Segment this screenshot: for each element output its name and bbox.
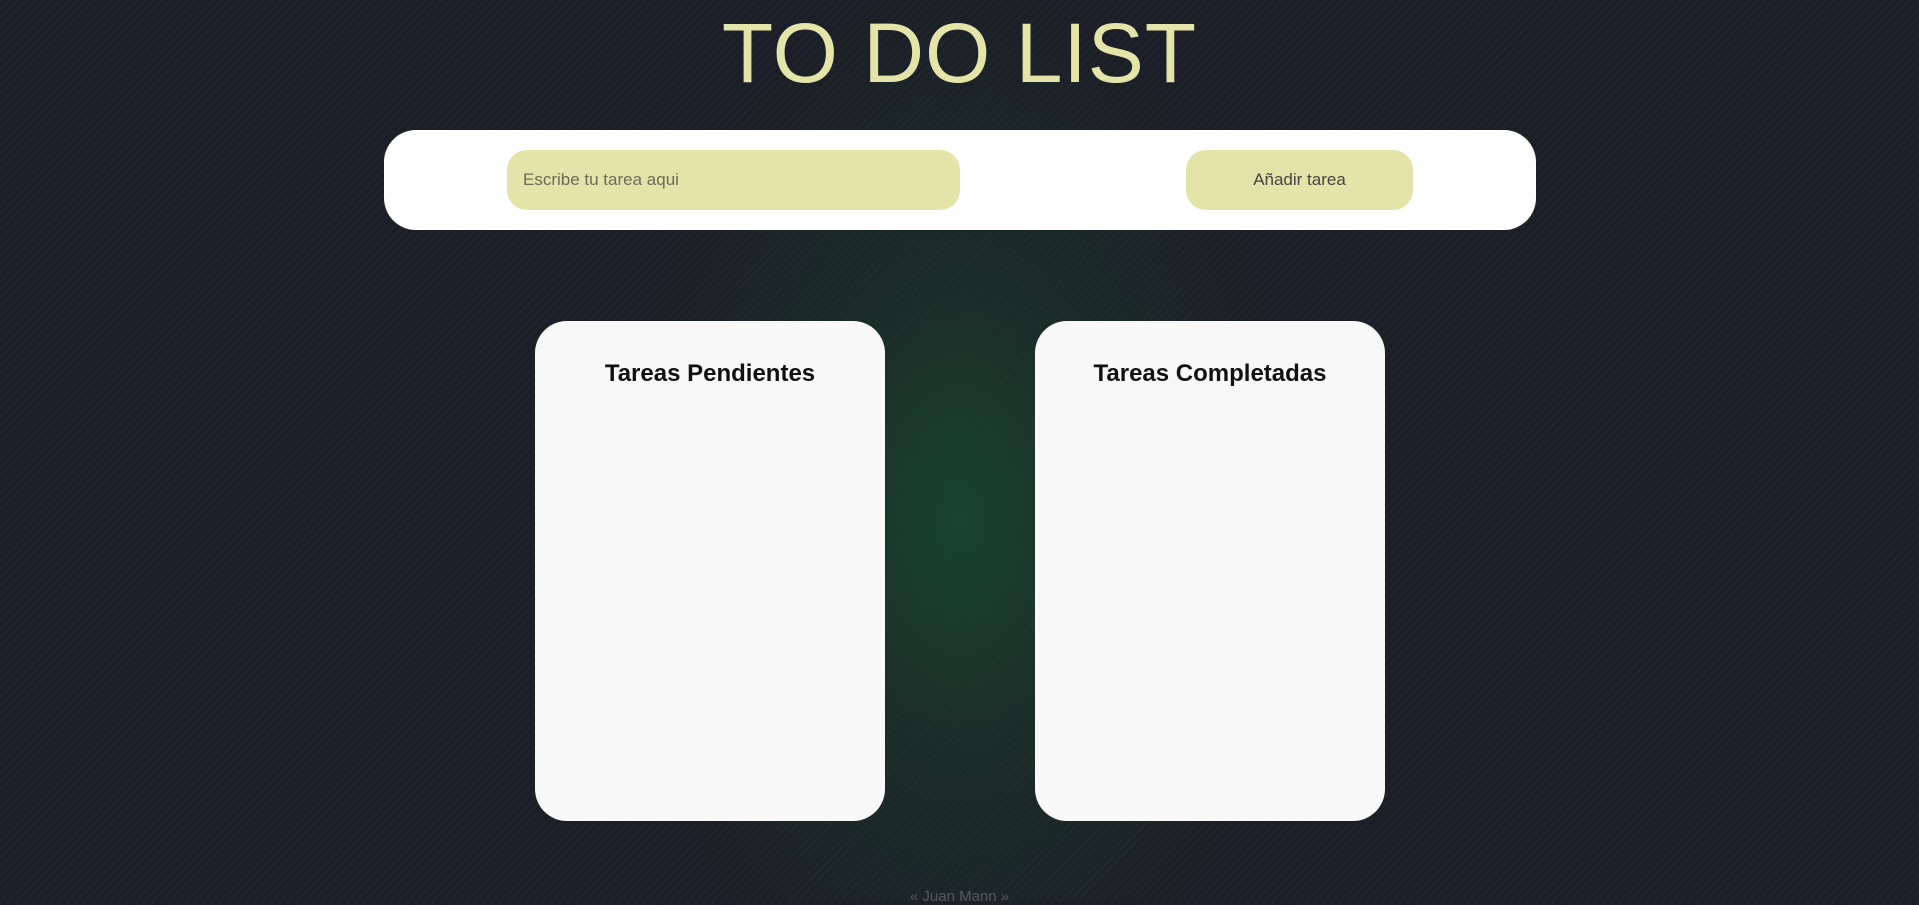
task-input[interactable]	[507, 150, 960, 210]
completed-tasks-card: Tareas Completadas	[1035, 321, 1385, 821]
add-task-button[interactable]: Añadir tarea	[1186, 150, 1413, 210]
completed-tasks-title: Tareas Completadas	[1093, 360, 1327, 387]
pending-tasks-title: Tareas Pendientes	[604, 360, 816, 387]
page-title: TO DO LIST	[721, 6, 1198, 100]
footer-credit: « Juan Mann »	[909, 888, 1010, 905]
task-input-bar: Añadir tarea	[384, 130, 1536, 230]
pending-tasks-card: Tareas Pendientes	[535, 321, 885, 821]
